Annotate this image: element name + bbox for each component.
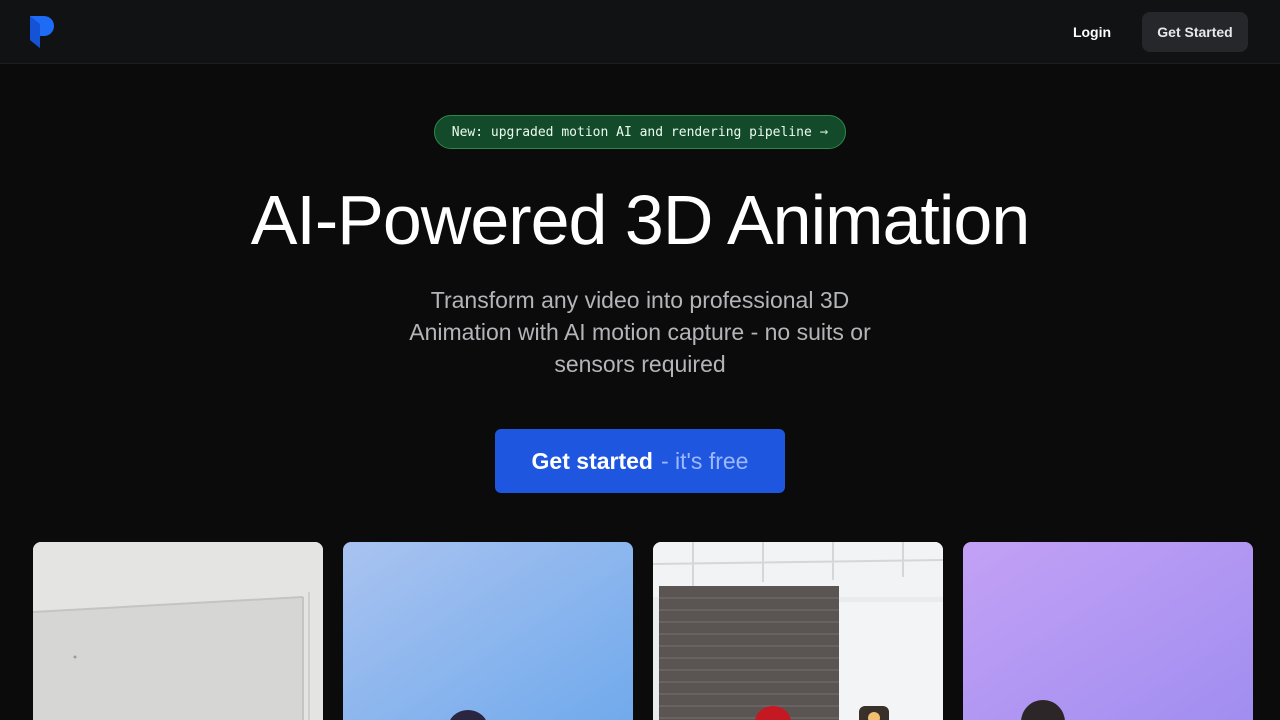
video-thumbnail-purple-backdrop[interactable] xyxy=(963,542,1253,720)
get-started-free-button[interactable]: Get started - it's free xyxy=(495,429,785,493)
video-thumbnail-white-room[interactable] xyxy=(33,542,323,720)
video-thumbnail-blue-sky[interactable] xyxy=(343,542,633,720)
nav-get-started-button[interactable]: Get Started xyxy=(1142,12,1248,52)
cta-secondary-label: - it's free xyxy=(660,447,749,474)
login-link[interactable]: Login xyxy=(1062,20,1122,44)
video-thumbnail-brick-wall[interactable] xyxy=(653,542,943,720)
brand-logo-icon[interactable] xyxy=(28,14,56,50)
hero-subtitle: Transform any video into professional 3D… xyxy=(409,287,871,377)
demo-gallery xyxy=(0,542,1280,720)
announcement-pill[interactable]: New: upgraded motion AI and rendering pi… xyxy=(434,115,846,149)
cta-primary-label: Get started xyxy=(531,447,653,474)
top-navbar: Login Get Started xyxy=(0,0,1280,64)
arrow-right-icon: → xyxy=(819,124,829,140)
hero-title: AI-Powered 3D Animation xyxy=(250,181,1031,259)
announcement-text: New: upgraded motion AI and rendering pi… xyxy=(451,124,812,140)
